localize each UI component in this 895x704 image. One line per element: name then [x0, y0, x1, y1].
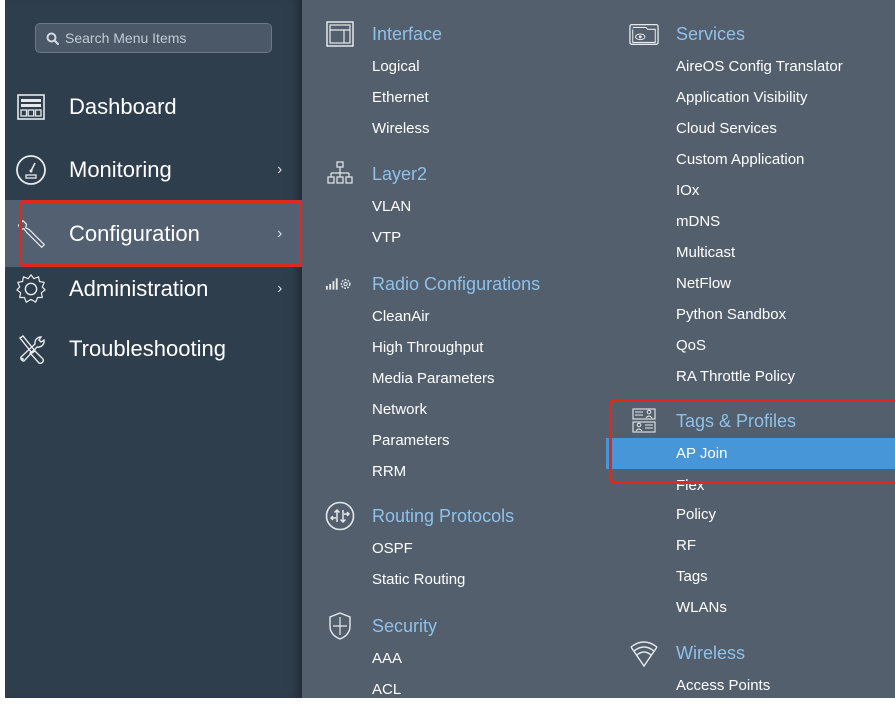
interface-icon [325, 19, 355, 49]
menu-item-application-visibility[interactable]: Application Visibility [606, 82, 895, 113]
tools-icon [15, 333, 47, 365]
menu-item-ra-throttle-policy[interactable]: RA Throttle Policy [606, 361, 895, 392]
menu-item-flex[interactable]: Flex [606, 469, 895, 499]
menu-item-ap-join[interactable]: AP Join [606, 438, 895, 469]
network-tree-icon [325, 159, 355, 189]
section-title: Routing Protocols [372, 505, 515, 526]
chevron-right-icon: › [277, 280, 283, 297]
menu-item-multicast[interactable]: Multicast [606, 237, 895, 268]
menu-item-media-parameters[interactable]: Media Parameters [302, 363, 602, 394]
section-interface: Interface Logical Ethernet Wireless [302, 17, 602, 144]
menu-item-aireos-config-translator[interactable]: AireOS Config Translator [606, 51, 895, 82]
search-box[interactable] [35, 23, 272, 53]
sidebar-item-label: Dashboard [69, 94, 177, 119]
app-frame: Dashboard Monitoring › Configuration › A… [5, 0, 895, 698]
menu-item-tags[interactable]: Tags [606, 561, 895, 592]
menu-item-rf[interactable]: RF [606, 530, 895, 561]
gauge-icon [15, 154, 47, 186]
menu-item-parameters[interactable]: Parameters [302, 425, 602, 456]
section-services: Services AireOS Config Translator Applic… [606, 17, 895, 392]
wrench-icon [15, 218, 47, 250]
section-radio-configurations: Radio Configurations CleanAir High Throu… [302, 267, 602, 487]
menu-item-ethernet[interactable]: Ethernet [302, 82, 602, 113]
menu-item-network[interactable]: Network [302, 394, 602, 425]
sidebar-item-label: Configuration [69, 220, 200, 246]
section-title: Radio Configurations [372, 273, 541, 294]
menu-item-access-points[interactable]: Access Points [606, 670, 895, 698]
wifi-icon [629, 638, 659, 668]
chevron-right-icon: › [277, 224, 283, 242]
menu-item-wireless-interface[interactable]: Wireless [302, 113, 602, 144]
menu-item-custom-application[interactable]: Custom Application [606, 144, 895, 175]
section-security: Security AAA ACL [302, 609, 602, 698]
section-title: Interface [372, 23, 443, 44]
chevron-right-icon: › [277, 161, 283, 178]
sidebar-item-configuration[interactable]: Configuration › [5, 200, 302, 267]
section-title: Tags & Profiles [676, 410, 797, 431]
sidebar: Dashboard Monitoring › Configuration › A… [5, 0, 303, 698]
configuration-menu-panel: Interface Logical Ethernet Wireless Laye… [302, 0, 895, 698]
section-tags-profiles: Tags & Profiles AP Join Flex Policy RF T… [606, 404, 895, 623]
sidebar-item-troubleshooting[interactable]: Troubleshooting [5, 320, 302, 378]
section-layer2: Layer2 VLAN VTP [302, 157, 602, 253]
section-title: Wireless [676, 642, 746, 663]
gear-icon [15, 273, 47, 305]
radio-config-icon [325, 269, 355, 299]
sidebar-item-dashboard[interactable]: Dashboard [5, 78, 302, 136]
menu-item-wlans[interactable]: WLANs [606, 592, 895, 623]
sidebar-item-administration[interactable]: Administration › [5, 260, 302, 318]
menu-item-cloud-services[interactable]: Cloud Services [606, 113, 895, 144]
sidebar-item-monitoring[interactable]: Monitoring › [5, 141, 302, 199]
menu-item-rrm[interactable]: RRM [302, 456, 602, 487]
menu-item-vtp[interactable]: VTP [302, 222, 602, 253]
menu-item-python-sandbox[interactable]: Python Sandbox [606, 299, 895, 330]
menu-item-netflow[interactable]: NetFlow [606, 268, 895, 299]
section-title: Layer2 [372, 163, 428, 184]
menu-item-logical[interactable]: Logical [302, 51, 602, 82]
sidebar-item-label: Administration [69, 276, 209, 301]
shield-icon [325, 611, 355, 641]
menu-item-qos[interactable]: QoS [606, 330, 895, 361]
section-title: Security [372, 615, 438, 636]
section-wireless: Wireless Access Points [606, 636, 895, 698]
menu-item-policy[interactable]: Policy [606, 499, 895, 530]
sidebar-item-label: Monitoring [69, 157, 172, 182]
menu-item-cleanair[interactable]: CleanAir [302, 301, 602, 332]
menu-item-ospf[interactable]: OSPF [302, 533, 602, 564]
menu-item-iox[interactable]: IOx [606, 175, 895, 206]
services-icon [629, 19, 659, 49]
sidebar-item-label: Troubleshooting [69, 336, 226, 361]
tags-profiles-icon [629, 406, 659, 436]
search-input[interactable] [65, 30, 255, 46]
menu-item-high-throughput[interactable]: High Throughput [302, 332, 602, 363]
menu-item-acl[interactable]: ACL [302, 674, 602, 698]
section-title: Services [676, 23, 746, 44]
router-icon [325, 501, 355, 531]
dashboard-icon [15, 91, 47, 123]
search-icon [46, 32, 59, 45]
menu-item-mdns[interactable]: mDNS [606, 206, 895, 237]
menu-item-static-routing[interactable]: Static Routing [302, 564, 602, 595]
section-routing-protocols: Routing Protocols OSPF Static Routing [302, 499, 602, 595]
menu-item-aaa[interactable]: AAA [302, 643, 602, 674]
menu-item-vlan[interactable]: VLAN [302, 191, 602, 222]
